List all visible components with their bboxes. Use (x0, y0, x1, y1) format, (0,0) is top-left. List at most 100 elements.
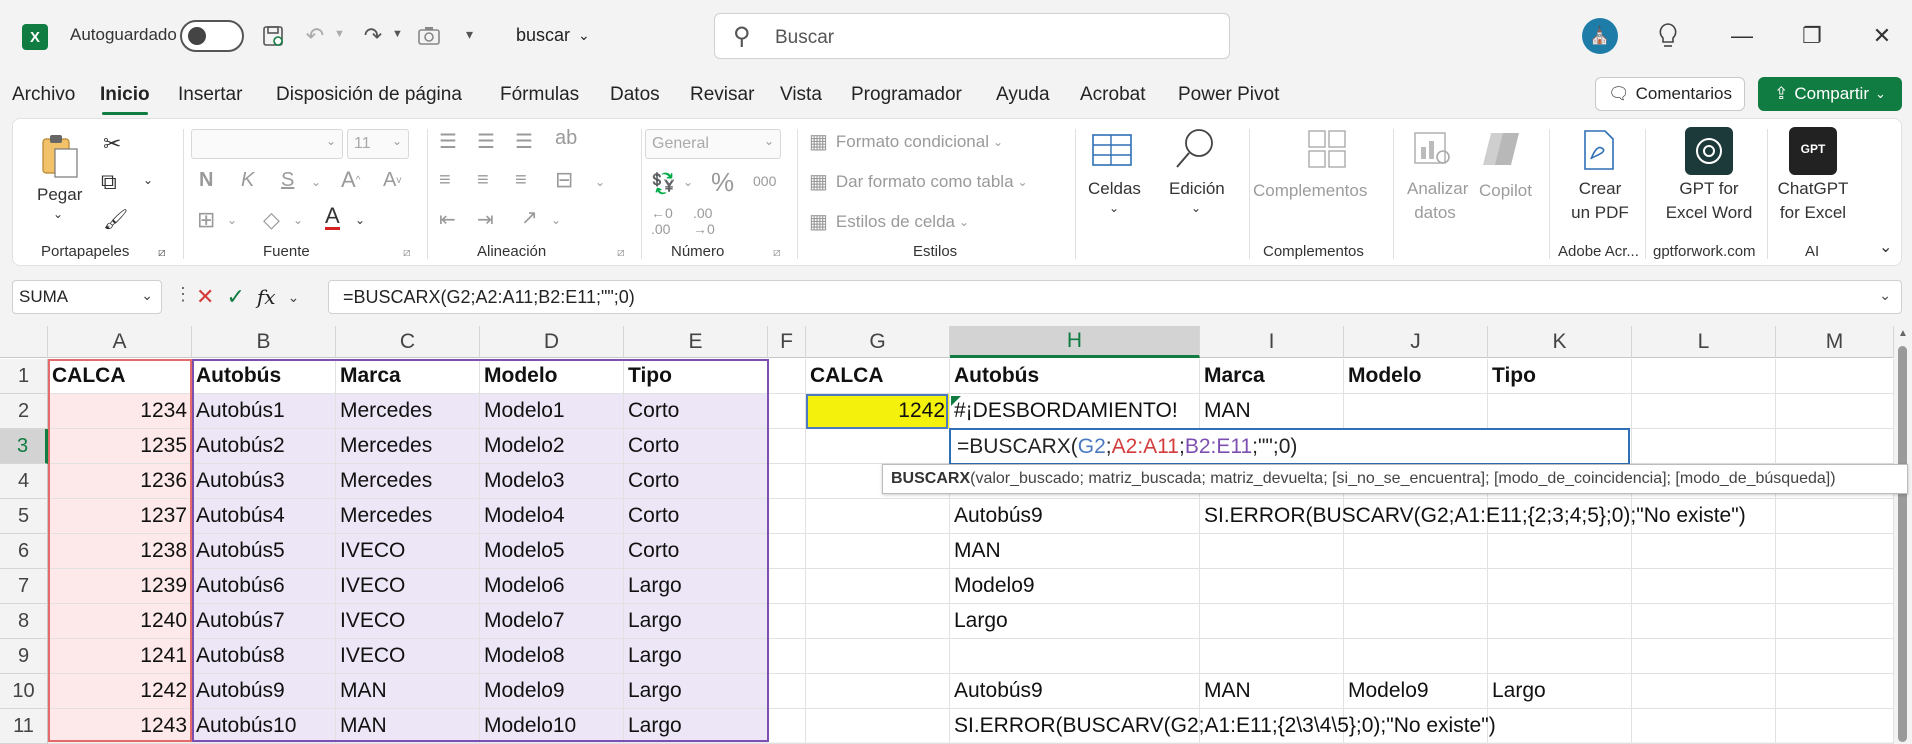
row-header-7[interactable]: 7 (0, 569, 48, 604)
merge-icon[interactable]: ⊟ (555, 167, 573, 193)
addins-icon[interactable] (1307, 129, 1347, 169)
cell-i10[interactable]: MAN (1200, 674, 1344, 709)
decrease-indent-icon[interactable]: ⇤ (439, 207, 456, 232)
tab-disposicion[interactable]: Disposición de página (276, 84, 462, 106)
cell-a6[interactable]: 1238 (48, 534, 192, 569)
orientation-dropdown-icon[interactable]: ⌄ (551, 213, 561, 227)
chatgpt-for-excel-label[interactable]: ChatGPT for Excel (1775, 177, 1851, 225)
cell-l9[interactable] (1632, 639, 1776, 674)
cell-l2[interactable] (1632, 394, 1776, 429)
camera-icon[interactable] (414, 21, 444, 51)
cell-k6[interactable] (1488, 534, 1632, 569)
cell-a10[interactable]: 1242 (48, 674, 192, 709)
thousands-icon[interactable]: 000 (753, 173, 776, 189)
cell-k11[interactable] (1488, 709, 1632, 744)
cell-k10[interactable]: Largo (1488, 674, 1632, 709)
align-top-icon[interactable]: ☰ (439, 129, 457, 154)
cell-b6[interactable]: Autobús5 (192, 534, 336, 569)
cell-d2[interactable]: Modelo1 (480, 394, 624, 429)
cell-g1[interactable]: CALCA (806, 359, 950, 394)
currency-dropdown-icon[interactable]: ⌄ (683, 175, 693, 189)
function-dropdown-icon[interactable]: ⌄ (288, 289, 300, 306)
cell-m10[interactable] (1776, 674, 1894, 709)
row-header-5[interactable]: 5 (0, 499, 48, 534)
collapse-ribbon-icon[interactable]: ⌄ (1879, 237, 1892, 257)
cell-f2[interactable] (768, 394, 806, 429)
format-as-table-button[interactable]: ▦ Dar formato como tabla ⌄ (809, 169, 1028, 194)
cell-i9[interactable] (1200, 639, 1344, 674)
cell-b8[interactable]: Autobús7 (192, 604, 336, 639)
column-header-f[interactable]: F (768, 326, 806, 358)
cell-c3[interactable]: Mercedes (336, 429, 480, 464)
formula-input[interactable]: =BUSCARX(G2;A2:A11;B2:E11;"";0) ⌄ (328, 280, 1902, 314)
align-right-icon[interactable]: ≡ (515, 169, 527, 192)
cell-e2[interactable]: Corto (624, 394, 768, 429)
cell-m1[interactable] (1776, 359, 1894, 394)
chatgpt-for-excel-icon[interactable]: GPT (1789, 127, 1837, 175)
cell-m2[interactable] (1776, 394, 1894, 429)
cell-i5[interactable]: SI.ERROR(BUSCARV(G2;A1:E11;{2;3;4;5};0);… (1200, 499, 1746, 534)
cell-e11[interactable]: Largo (624, 709, 768, 744)
copilot-label[interactable]: Copilot (1479, 179, 1532, 203)
font-color-icon[interactable]: A (325, 205, 340, 230)
font-name-select[interactable]: ⌄ (191, 129, 343, 159)
cell-c9[interactable]: IVECO (336, 639, 480, 674)
save-icon[interactable] (258, 21, 288, 51)
customize-toolbar-icon[interactable]: ▾ (466, 26, 473, 43)
scroll-up-icon[interactable]: ▲ (1898, 328, 1908, 339)
row-header-4[interactable]: 4 (0, 464, 48, 499)
column-header-m[interactable]: M (1776, 326, 1894, 358)
cell-j8[interactable] (1344, 604, 1488, 639)
cell-b5[interactable]: Autobús4 (192, 499, 336, 534)
restore-icon[interactable]: ❐ (1792, 18, 1832, 54)
cell-g8[interactable] (806, 604, 950, 639)
wrap-text-icon[interactable]: ab (555, 127, 577, 150)
cell-e1[interactable]: Tipo (624, 359, 768, 394)
cell-c11[interactable]: MAN (336, 709, 480, 744)
percent-icon[interactable]: % (711, 167, 734, 198)
expand-formula-icon[interactable]: ⌄ (1879, 287, 1891, 304)
minimize-icon[interactable]: — (1722, 18, 1762, 54)
cell-d1[interactable]: Modelo (480, 359, 624, 394)
cell-l7[interactable] (1632, 569, 1776, 604)
cell-f1[interactable] (768, 359, 806, 394)
cell-f8[interactable] (768, 604, 806, 639)
cancel-icon[interactable]: ✕ (196, 284, 214, 310)
cell-h10[interactable]: Autobús9 (950, 674, 1200, 709)
cell-h11[interactable]: SI.ERROR(BUSCARV(G2;A1:E11;{2\3\4\5};0);… (950, 709, 1496, 744)
cell-k1[interactable]: Tipo (1488, 359, 1632, 394)
cell-g2[interactable]: 1242 (806, 394, 950, 429)
cell-j1[interactable]: Modelo (1344, 359, 1488, 394)
increase-font-icon[interactable]: A ^ (341, 167, 360, 193)
cell-i1[interactable]: Marca (1200, 359, 1344, 394)
scrollbar-thumb[interactable] (1898, 346, 1907, 742)
column-header-a[interactable]: A (48, 326, 192, 358)
cell-c7[interactable]: IVECO (336, 569, 480, 604)
column-header-e[interactable]: E (624, 326, 768, 358)
cell-a3[interactable]: 1235 (48, 429, 192, 464)
cell-h2[interactable]: #¡DESBORDAMIENTO! (950, 394, 1200, 429)
align-center-icon[interactable]: ≡ (477, 169, 489, 192)
tab-programador[interactable]: Programador (851, 84, 962, 106)
cell-editor-h3[interactable]: =BUSCARX(G2; A2:A11; B2:E11 ;"";0) (949, 428, 1630, 465)
paste-icon[interactable] (41, 133, 79, 179)
cell-j6[interactable] (1344, 534, 1488, 569)
cells-label[interactable]: Celdas (1088, 177, 1141, 201)
cell-h5[interactable]: Autobús9 (950, 499, 1200, 534)
column-header-b[interactable]: B (192, 326, 336, 358)
tab-formulas[interactable]: Fórmulas (500, 84, 579, 106)
cell-j10[interactable]: Modelo9 (1344, 674, 1488, 709)
cell-l10[interactable] (1632, 674, 1776, 709)
cell-l11[interactable] (1632, 709, 1776, 744)
cell-c6[interactable]: IVECO (336, 534, 480, 569)
search-box[interactable]: ⚲ Buscar (714, 13, 1230, 59)
cell-h8[interactable]: Largo (950, 604, 1200, 639)
gpt-for-excel-word-label[interactable]: GPT for Excel Word (1661, 177, 1757, 225)
cell-b1[interactable]: Autobús (192, 359, 336, 394)
cell-e3[interactable]: Corto (624, 429, 768, 464)
pdf-icon[interactable] (1581, 129, 1617, 171)
cell-a4[interactable]: 1236 (48, 464, 192, 499)
bold-button[interactable]: N (199, 169, 213, 192)
cell-k2[interactable] (1488, 394, 1632, 429)
dialog-launcher-icon[interactable]: ⧄ (158, 245, 166, 260)
